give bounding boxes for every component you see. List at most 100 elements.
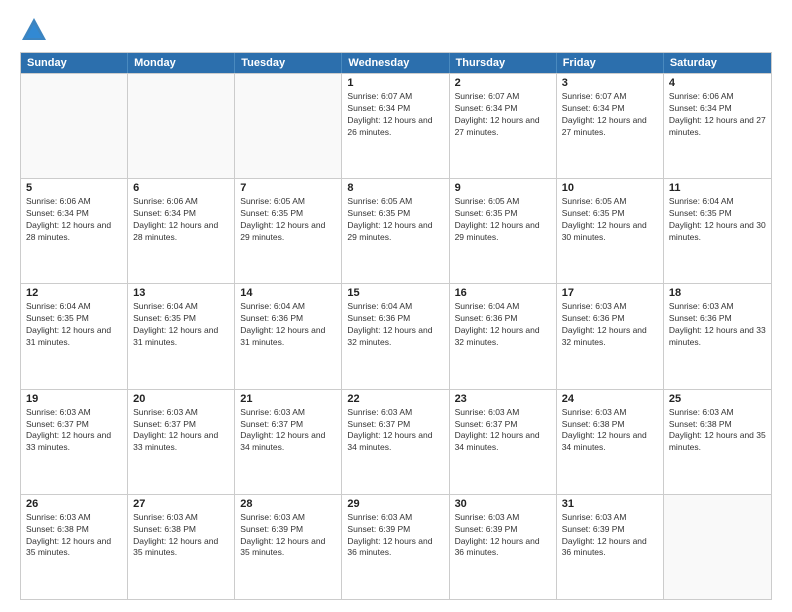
day-number: 11 <box>669 182 766 194</box>
day-info: Sunrise: 6:03 AM Sunset: 6:39 PM Dayligh… <box>455 512 551 560</box>
day-cell-19: 19 Sunrise: 6:03 AM Sunset: 6:37 PM Dayli… <box>21 390 128 494</box>
day-info: Sunrise: 6:07 AM Sunset: 6:34 PM Dayligh… <box>562 91 658 139</box>
empty-cell <box>128 74 235 178</box>
day-cell-25: 25Sunrise: 6:03 AM Sunset: 6:38 PM Dayli… <box>664 390 771 494</box>
day-info: Sunrise: 6:03 AM Sunset: 6:36 PM Dayligh… <box>669 301 766 349</box>
day-number: 9 <box>455 182 551 194</box>
day-cell-13: 13Sunrise: 6:04 AM Sunset: 6:35 PM Dayli… <box>128 284 235 388</box>
day-info: Sunrise: 6:04 AM Sunset: 6:35 PM Dayligh… <box>26 301 122 349</box>
day-cell-28: 28 Sunrise: 6:03 AM Sunset: 6:39 PM Dayli… <box>235 495 342 599</box>
day-number: 24 <box>562 393 658 405</box>
day-cell-14: 14 Sunrise: 6:04 AM Sunset: 6:36 PM Dayli… <box>235 284 342 388</box>
header <box>20 16 772 44</box>
day-number: 31 <box>562 498 658 510</box>
day-cell-11: 11Sunrise: 6:04 AM Sunset: 6:35 PM Dayli… <box>664 179 771 283</box>
day-number: 16 <box>455 287 551 299</box>
day-cell-31: 31 Sunrise: 6:03 AM Sunset: 6:39 PM Dayli… <box>557 495 664 599</box>
day-info: Sunrise: 6:03 AM Sunset: 6:39 PM Dayligh… <box>240 512 336 560</box>
day-cell-8: 8 Sunrise: 6:05 AM Sunset: 6:35 PM Daylig… <box>342 179 449 283</box>
day-cell-10: 10 Sunrise: 6:05 AM Sunset: 6:35 PM Dayli… <box>557 179 664 283</box>
calendar-body: 1 Sunrise: 6:07 AM Sunset: 6:34 PM Daylig… <box>21 73 771 599</box>
week-row-4: 26 Sunrise: 6:03 AM Sunset: 6:38 PM Dayli… <box>21 494 771 599</box>
day-cell-26: 26 Sunrise: 6:03 AM Sunset: 6:38 PM Dayli… <box>21 495 128 599</box>
header-cell-sunday: Sunday <box>21 53 128 73</box>
day-info: Sunrise: 6:07 AM Sunset: 6:34 PM Dayligh… <box>455 91 551 139</box>
day-info: Sunrise: 6:04 AM Sunset: 6:36 PM Dayligh… <box>240 301 336 349</box>
day-info: Sunrise: 6:05 AM Sunset: 6:35 PM Dayligh… <box>347 196 443 244</box>
empty-cell <box>664 495 771 599</box>
day-number: 4 <box>669 77 766 89</box>
empty-cell <box>21 74 128 178</box>
day-number: 23 <box>455 393 551 405</box>
day-info: Sunrise: 6:03 AM Sunset: 6:37 PM Dayligh… <box>455 407 551 455</box>
day-number: 2 <box>455 77 551 89</box>
day-number: 8 <box>347 182 443 194</box>
day-number: 14 <box>240 287 336 299</box>
day-cell-3: 3 Sunrise: 6:07 AM Sunset: 6:34 PM Daylig… <box>557 74 664 178</box>
day-number: 20 <box>133 393 229 405</box>
day-info: Sunrise: 6:07 AM Sunset: 6:34 PM Dayligh… <box>347 91 443 139</box>
day-number: 12 <box>26 287 122 299</box>
day-info: Sunrise: 6:04 AM Sunset: 6:36 PM Dayligh… <box>455 301 551 349</box>
day-info: Sunrise: 6:03 AM Sunset: 6:37 PM Dayligh… <box>240 407 336 455</box>
day-info: Sunrise: 6:06 AM Sunset: 6:34 PM Dayligh… <box>669 91 766 139</box>
day-cell-22: 22 Sunrise: 6:03 AM Sunset: 6:37 PM Dayli… <box>342 390 449 494</box>
day-info: Sunrise: 6:03 AM Sunset: 6:38 PM Dayligh… <box>562 407 658 455</box>
empty-cell <box>235 74 342 178</box>
day-info: Sunrise: 6:06 AM Sunset: 6:34 PM Dayligh… <box>26 196 122 244</box>
day-cell-12: 12 Sunrise: 6:04 AM Sunset: 6:35 PM Dayli… <box>21 284 128 388</box>
logo <box>20 16 52 44</box>
day-number: 27 <box>133 498 229 510</box>
day-cell-4: 4 Sunrise: 6:06 AM Sunset: 6:34 PM Daylig… <box>664 74 771 178</box>
day-cell-7: 7Sunrise: 6:05 AM Sunset: 6:35 PM Daylig… <box>235 179 342 283</box>
day-info: Sunrise: 6:04 AM Sunset: 6:35 PM Dayligh… <box>133 301 229 349</box>
day-cell-27: 27Sunrise: 6:03 AM Sunset: 6:38 PM Dayli… <box>128 495 235 599</box>
day-info: Sunrise: 6:05 AM Sunset: 6:35 PM Dayligh… <box>455 196 551 244</box>
day-number: 18 <box>669 287 766 299</box>
day-info: Sunrise: 6:05 AM Sunset: 6:35 PM Dayligh… <box>240 196 336 244</box>
header-cell-monday: Monday <box>128 53 235 73</box>
day-cell-5: 5Sunrise: 6:06 AM Sunset: 6:34 PM Daylig… <box>21 179 128 283</box>
day-number: 29 <box>347 498 443 510</box>
day-cell-2: 2 Sunrise: 6:07 AM Sunset: 6:34 PM Daylig… <box>450 74 557 178</box>
day-info: Sunrise: 6:03 AM Sunset: 6:37 PM Dayligh… <box>26 407 122 455</box>
header-cell-wednesday: Wednesday <box>342 53 449 73</box>
header-cell-friday: Friday <box>557 53 664 73</box>
header-cell-saturday: Saturday <box>664 53 771 73</box>
day-info: Sunrise: 6:03 AM Sunset: 6:39 PM Dayligh… <box>562 512 658 560</box>
day-cell-18: 18 Sunrise: 6:03 AM Sunset: 6:36 PM Dayli… <box>664 284 771 388</box>
day-cell-23: 23 Sunrise: 6:03 AM Sunset: 6:37 PM Dayli… <box>450 390 557 494</box>
day-number: 3 <box>562 77 658 89</box>
day-cell-1: 1 Sunrise: 6:07 AM Sunset: 6:34 PM Daylig… <box>342 74 449 178</box>
day-info: Sunrise: 6:03 AM Sunset: 6:39 PM Dayligh… <box>347 512 443 560</box>
day-number: 19 <box>26 393 122 405</box>
week-row-0: 1 Sunrise: 6:07 AM Sunset: 6:34 PM Daylig… <box>21 73 771 178</box>
day-info: Sunrise: 6:03 AM Sunset: 6:37 PM Dayligh… <box>133 407 229 455</box>
day-cell-24: 24 Sunrise: 6:03 AM Sunset: 6:38 PM Dayli… <box>557 390 664 494</box>
day-number: 1 <box>347 77 443 89</box>
day-number: 10 <box>562 182 658 194</box>
day-number: 17 <box>562 287 658 299</box>
day-cell-30: 30Sunrise: 6:03 AM Sunset: 6:39 PM Dayli… <box>450 495 557 599</box>
calendar: SundayMondayTuesdayWednesdayThursdayFrid… <box>20 52 772 600</box>
day-info: Sunrise: 6:03 AM Sunset: 6:37 PM Dayligh… <box>347 407 443 455</box>
day-cell-17: 17Sunrise: 6:03 AM Sunset: 6:36 PM Dayli… <box>557 284 664 388</box>
day-number: 26 <box>26 498 122 510</box>
day-cell-16: 16 Sunrise: 6:04 AM Sunset: 6:36 PM Dayli… <box>450 284 557 388</box>
week-row-3: 19 Sunrise: 6:03 AM Sunset: 6:37 PM Dayli… <box>21 389 771 494</box>
day-info: Sunrise: 6:05 AM Sunset: 6:35 PM Dayligh… <box>562 196 658 244</box>
day-number: 28 <box>240 498 336 510</box>
day-cell-15: 15Sunrise: 6:04 AM Sunset: 6:36 PM Dayli… <box>342 284 449 388</box>
logo-icon <box>20 16 48 44</box>
day-cell-29: 29 Sunrise: 6:03 AM Sunset: 6:39 PM Dayli… <box>342 495 449 599</box>
day-info: Sunrise: 6:04 AM Sunset: 6:36 PM Dayligh… <box>347 301 443 349</box>
day-number: 22 <box>347 393 443 405</box>
day-number: 6 <box>133 182 229 194</box>
day-number: 21 <box>240 393 336 405</box>
header-cell-thursday: Thursday <box>450 53 557 73</box>
page: SundayMondayTuesdayWednesdayThursdayFrid… <box>0 0 792 612</box>
day-number: 25 <box>669 393 766 405</box>
day-cell-6: 6Sunrise: 6:06 AM Sunset: 6:34 PM Daylig… <box>128 179 235 283</box>
day-info: Sunrise: 6:03 AM Sunset: 6:38 PM Dayligh… <box>26 512 122 560</box>
day-cell-9: 9 Sunrise: 6:05 AM Sunset: 6:35 PM Daylig… <box>450 179 557 283</box>
